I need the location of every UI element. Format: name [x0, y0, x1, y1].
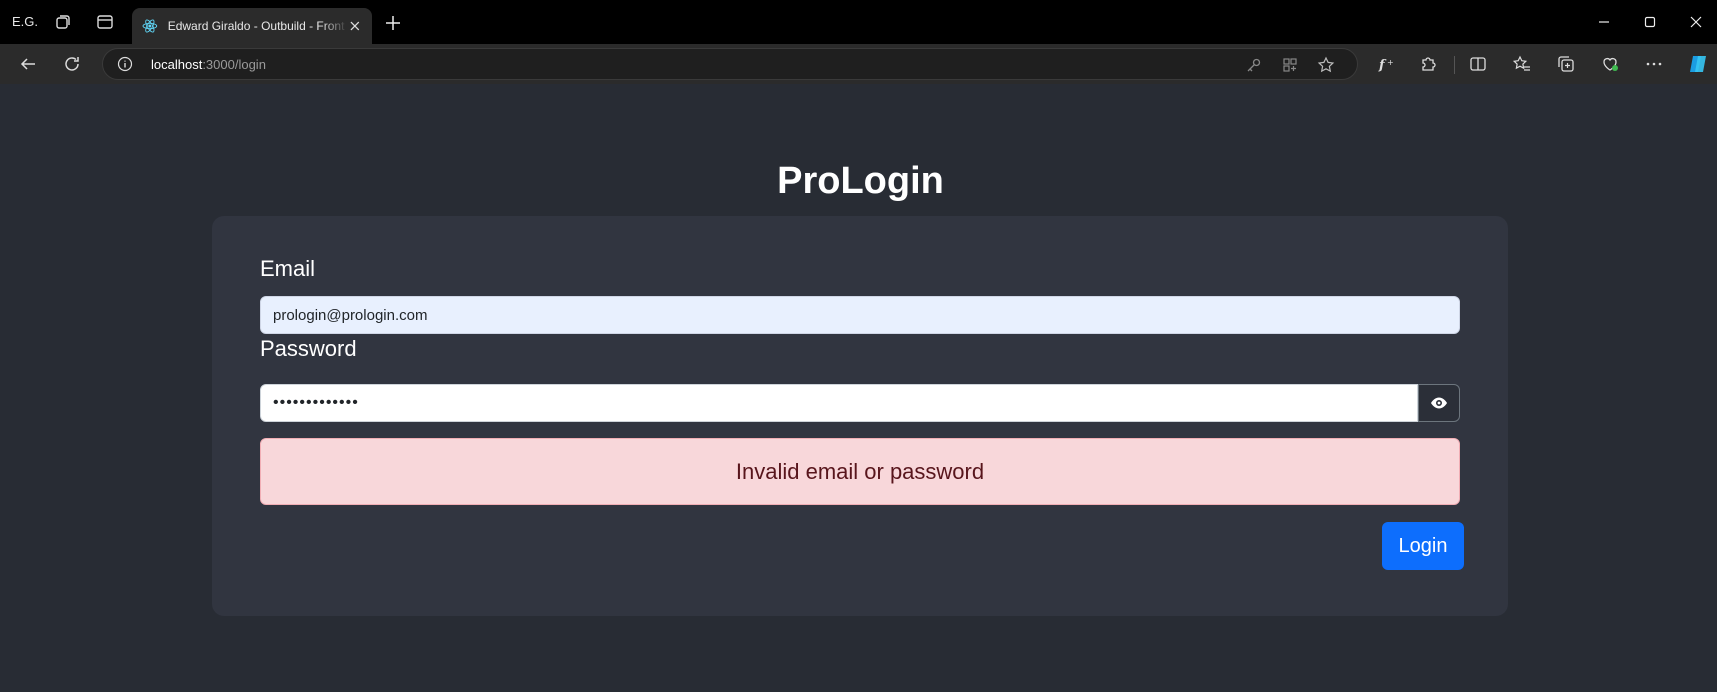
tab-title: Edward Giraldo - Outbuild - Front	[167, 19, 345, 33]
password-group	[260, 384, 1460, 422]
split-screen-icon[interactable]	[1468, 54, 1488, 74]
svg-text:+: +	[1387, 58, 1394, 67]
email-label: Email	[260, 256, 316, 281]
url-text[interactable]: localhost:3000/login	[151, 57, 266, 72]
url-path: :3000/login	[202, 57, 266, 72]
workspaces-icon[interactable]	[53, 12, 73, 32]
close-window-icon[interactable]	[1688, 14, 1704, 30]
key-icon[interactable]	[1245, 56, 1263, 74]
maximize-icon[interactable]	[1642, 14, 1658, 30]
font-icon[interactable]: f +	[1376, 54, 1396, 74]
password-field[interactable]	[260, 384, 1418, 422]
favorites-icon[interactable]	[1512, 54, 1532, 74]
collections-icon[interactable]	[1556, 54, 1576, 74]
copilot-icon[interactable]	[1686, 52, 1710, 76]
refresh-icon[interactable]	[62, 54, 82, 74]
email-field[interactable]	[260, 296, 1460, 334]
svg-text:f: f	[1378, 58, 1387, 73]
react-icon	[142, 19, 158, 33]
page-content: ProLogin Email Password Invalid email or…	[4, 84, 1717, 692]
browser-toolbar: localhost:3000/login f +	[0, 44, 1717, 84]
login-button[interactable]: Login	[1382, 522, 1464, 570]
favorite-star-icon[interactable]	[1317, 56, 1335, 74]
url-host: localhost	[151, 57, 203, 72]
extensions-icon[interactable]	[1418, 54, 1438, 74]
password-label: Password	[260, 336, 357, 361]
toolbar-separator	[1454, 56, 1455, 74]
eye-icon	[1431, 397, 1447, 409]
address-bar[interactable]: localhost:3000/login	[102, 48, 1358, 80]
error-alert: Invalid email or password	[260, 438, 1460, 505]
close-tab-icon[interactable]	[348, 19, 362, 33]
more-icon[interactable]	[1644, 54, 1664, 74]
active-tab[interactable]: Edward Giraldo - Outbuild - Front	[132, 8, 372, 44]
login-card: Email Password Invalid email or password…	[212, 216, 1508, 616]
new-tab-icon[interactable]	[384, 14, 402, 32]
app-title: ProLogin	[777, 160, 944, 202]
back-icon[interactable]	[18, 54, 38, 74]
minimize-icon[interactable]	[1596, 14, 1612, 30]
profile-button[interactable]: E.G.	[12, 14, 38, 29]
vertical-tabs-icon[interactable]	[95, 12, 115, 32]
browser-essentials-icon[interactable]	[1600, 54, 1620, 74]
app-icon[interactable]	[1281, 56, 1299, 74]
browser-titlebar: E.G. Edward Giraldo - Outbuild - Front	[0, 0, 1717, 44]
info-icon[interactable]	[117, 56, 133, 72]
toggle-password-button[interactable]	[1418, 384, 1460, 422]
